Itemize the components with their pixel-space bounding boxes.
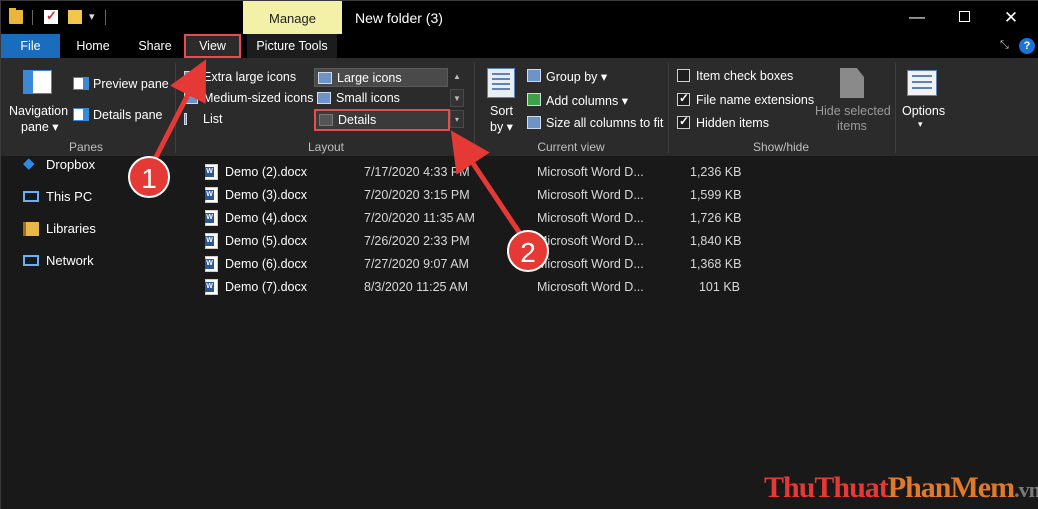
step-1-badge: 1	[128, 156, 170, 198]
arrow-to-view-tab	[150, 59, 207, 165]
explorer-window: ▾ Manage New folder (3) — ✕ File Home Sh…	[0, 0, 1038, 509]
watermark-part: ThuThuat	[764, 471, 889, 504]
step-2-badge: 2	[507, 230, 549, 272]
arrow-to-details	[450, 130, 524, 237]
watermark-part: .vn	[1014, 477, 1038, 502]
watermark-part: PhanMem	[887, 471, 1015, 504]
watermark-logo: ThuThuatPhanMem.vn	[764, 471, 1038, 505]
